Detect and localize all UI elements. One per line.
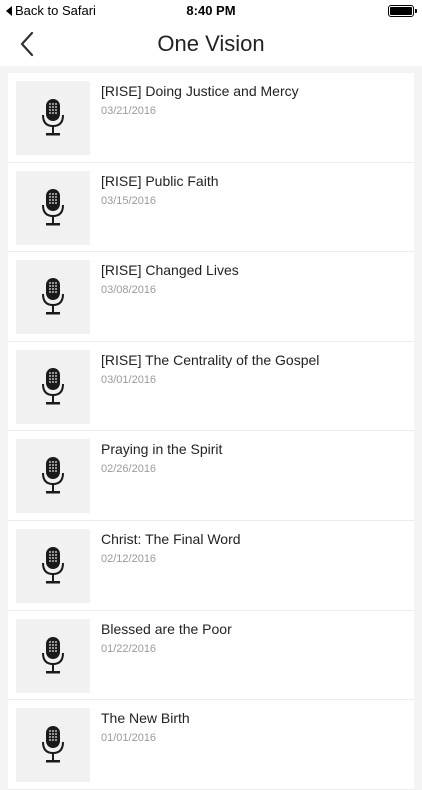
sermon-list-item[interactable]: The New Birth 01/01/2016 <box>8 700 414 790</box>
page-title: One Vision <box>157 31 265 56</box>
status-time: 8:40 PM <box>186 3 236 18</box>
sermon-date: 02/12/2016 <box>101 552 157 565</box>
sermon-date: 03/08/2016 <box>101 284 157 297</box>
sermon-title: Christ: The Final Word <box>101 530 241 547</box>
sermon-thumbnail <box>16 81 90 155</box>
sermon-list-item[interactable]: [RISE] Changed Lives 03/08/2016 <box>8 252 414 342</box>
sermon-thumbnail <box>16 618 90 693</box>
sermon-list-item[interactable]: [RISE] Doing Justice and Mercy 03/21/201… <box>8 73 414 163</box>
sermon-title: The New Birth <box>101 710 190 727</box>
sermon-date: 01/22/2016 <box>101 642 157 655</box>
sermon-list-item[interactable]: [RISE] The Centrality of the Gospel 03/0… <box>8 342 414 432</box>
sermon-thumbnail <box>16 349 90 424</box>
sermon-title: [RISE] Public Faith <box>101 172 219 189</box>
sermon-title: [RISE] Doing Justice and Mercy <box>101 83 299 99</box>
sermon-date: 03/15/2016 <box>101 194 157 207</box>
sermon-thumbnail <box>16 528 90 603</box>
sermon-thumbnail <box>16 170 90 245</box>
battery-icon <box>388 5 417 17</box>
status-bar: Back to Safari 8:40 PM <box>0 0 422 22</box>
sermon-date: 03/21/2016 <box>101 105 157 117</box>
sermon-title: Blessed are the Poor <box>101 620 232 637</box>
sermon-title: [RISE] Changed Lives <box>101 262 239 279</box>
sermon-date: 02/26/2016 <box>101 463 157 476</box>
sermon-list-item[interactable]: Blessed are the Poor 01/22/2016 <box>8 611 414 701</box>
sermon-thumbnail <box>16 260 90 335</box>
navigation-bar: One Vision <box>0 22 422 66</box>
sermon-title: Praying in the Spirit <box>101 441 223 458</box>
microphone-icon <box>42 636 64 674</box>
microphone-icon <box>42 99 64 136</box>
microphone-icon <box>42 278 64 315</box>
microphone-icon <box>42 726 64 763</box>
microphone-icon <box>42 188 64 226</box>
sermon-title: [RISE] The Centrality of the Gospel <box>101 351 320 368</box>
sermon-list-item[interactable]: Christ: The Final Word 02/12/2016 <box>8 521 414 611</box>
sermon-thumbnail <box>16 708 90 783</box>
sermon-list-item[interactable]: [RISE] Public Faith 03/15/2016 <box>8 163 414 253</box>
sermon-date: 03/01/2016 <box>101 373 157 386</box>
sermon-list-item[interactable]: Praying in the Spirit 02/26/2016 <box>8 431 414 521</box>
sermon-date: 01/01/2016 <box>101 732 157 745</box>
microphone-icon <box>42 457 64 494</box>
microphone-icon <box>42 546 64 584</box>
microphone-icon <box>42 367 64 405</box>
sermon-thumbnail <box>16 439 90 514</box>
sermon-list: [RISE] Doing Justice and Mercy 03/21/201… <box>8 73 414 790</box>
